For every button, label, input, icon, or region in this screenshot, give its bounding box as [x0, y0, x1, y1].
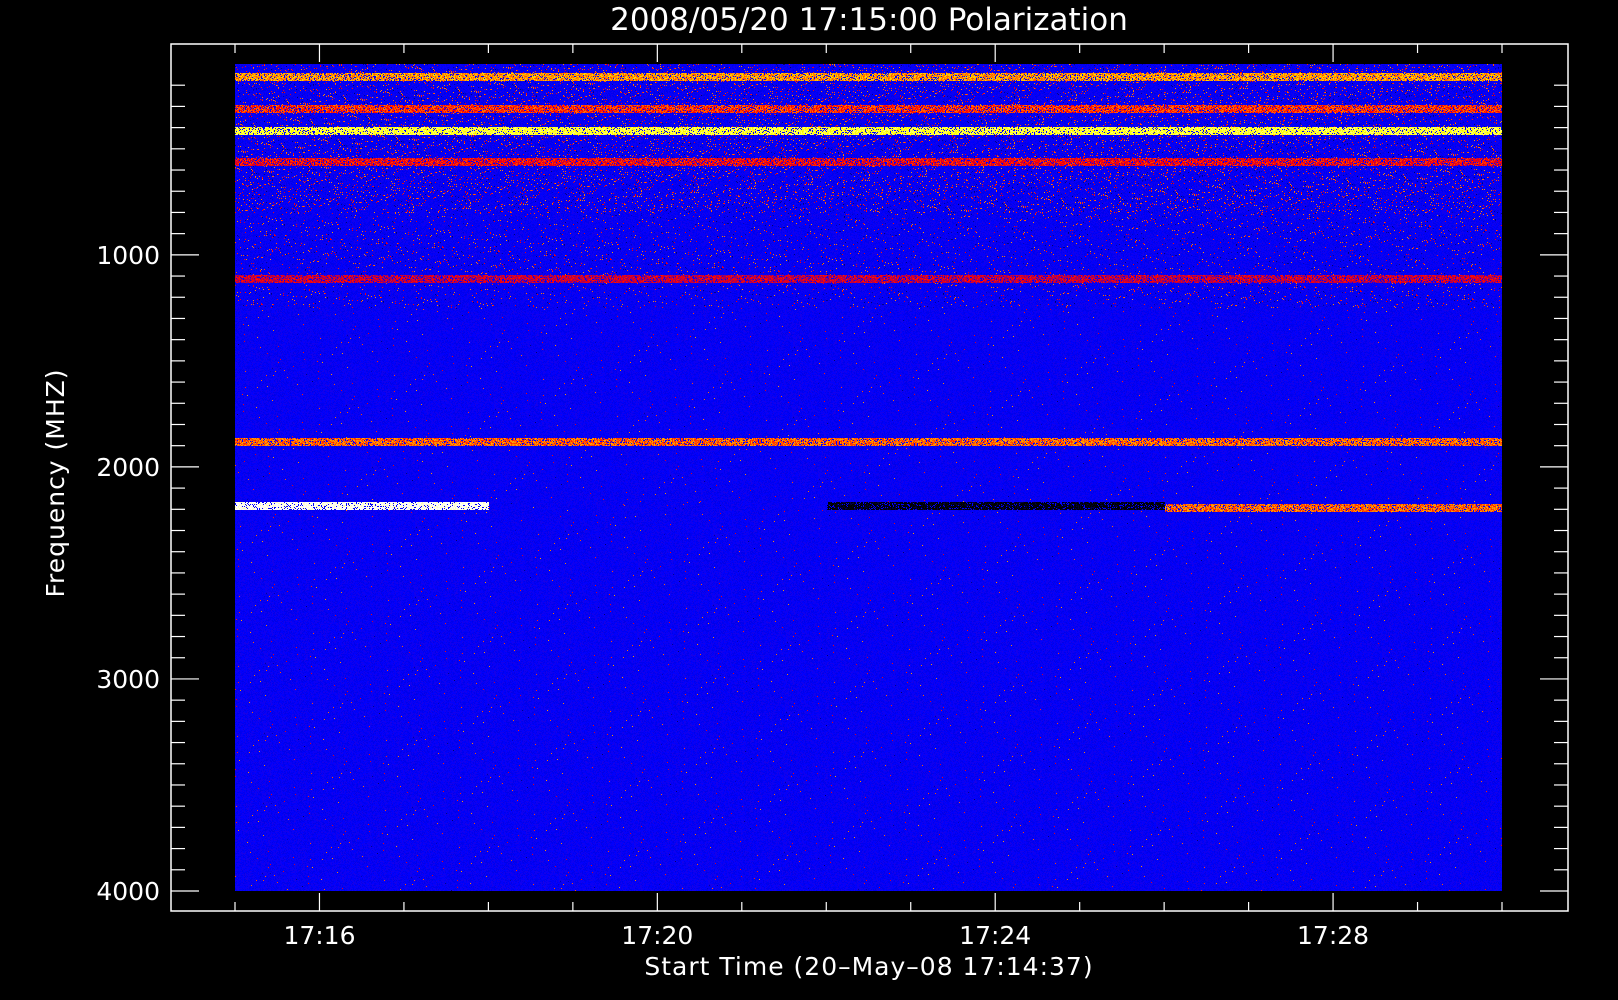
y-tick-labels: 1000 2000 3000 4000	[96, 241, 160, 906]
chart-axes: 17:16 17:20 17:24 17:28 1000 2000 3000 4000 20…	[41, 2, 1569, 981]
x-tick-label: 17:28	[1297, 921, 1369, 950]
y-tick-label: 4000	[96, 877, 160, 906]
x-tick-labels: 17:16 17:20 17:24 17:28	[283, 921, 1369, 950]
y-axis-label: Frequency (MHZ)	[41, 368, 70, 597]
x-axis-label: Start Time (20–May–08 17:14:37)	[644, 952, 1093, 981]
y-tick-label: 2000	[96, 453, 160, 482]
spectrogram-chart: 17:16 17:20 17:24 17:28 1000 2000 3000 4000 20…	[0, 0, 1618, 1000]
chart-title: 2008/05/20 17:15:00 Polarization	[610, 2, 1128, 38]
plot-frame	[170, 43, 1569, 912]
x-tick-label: 17:16	[283, 921, 355, 950]
y-tick-label: 3000	[96, 665, 160, 694]
x-tick-label: 17:20	[621, 921, 693, 950]
x-tick-label: 17:24	[959, 921, 1031, 950]
y-tick-label: 1000	[96, 241, 160, 270]
tick-marks	[171, 44, 1568, 911]
